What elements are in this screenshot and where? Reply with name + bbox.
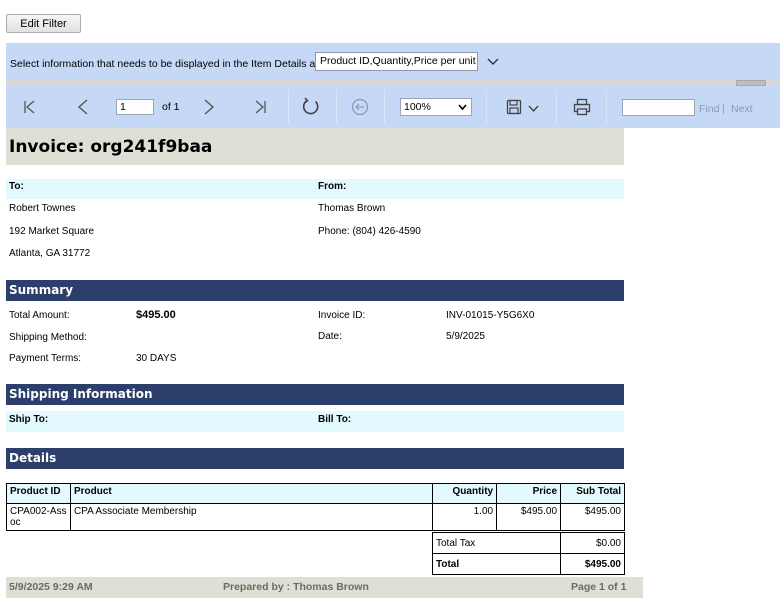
- payment-terms-label: Payment Terms:: [9, 353, 82, 364]
- footer-page-number: Page 1 of 1: [571, 581, 627, 593]
- to-address-line2: Atlanta, GA 31772: [9, 248, 91, 259]
- current-page-input[interactable]: 1: [116, 99, 154, 115]
- next-link[interactable]: Next: [731, 103, 753, 115]
- shipping-method-label: Shipping Method:: [9, 332, 87, 343]
- find-link[interactable]: Find: [699, 103, 719, 115]
- zoom-select[interactable]: 100%: [400, 98, 472, 116]
- to-address-line1: 192 Market Square: [9, 226, 95, 237]
- to-name: Robert Townes: [9, 203, 76, 214]
- column-header: Sub Total: [560, 483, 625, 504]
- payment-terms-value: 30 DAYS: [136, 353, 177, 364]
- total-tax-label: Total Tax: [432, 532, 561, 554]
- total-amount-value: $495.00: [136, 309, 176, 321]
- parameter-label: Select information that needs to be disp…: [10, 58, 334, 70]
- column-header: Quantity: [432, 483, 498, 504]
- save-icon[interactable]: [506, 99, 522, 115]
- to-label: To:: [9, 181, 24, 192]
- toolbar-separator: [606, 90, 607, 124]
- address-header-row: [6, 179, 624, 199]
- find-input[interactable]: [622, 99, 695, 116]
- product-cell: CPA Associate Membership: [69, 503, 434, 531]
- from-label: From:: [318, 181, 347, 192]
- subtotal-cell: $495.00: [560, 503, 625, 531]
- chevron-down-icon[interactable]: [486, 55, 500, 69]
- total-tax-value: $0.00: [560, 532, 625, 554]
- bill-to-label: Bill To:: [318, 414, 352, 425]
- toolbar-separator: [336, 90, 337, 124]
- from-name: Thomas Brown: [318, 203, 386, 214]
- toolbar-separator: [556, 90, 557, 124]
- edit-filter-button[interactable]: Edit Filter: [6, 14, 81, 33]
- column-header: Product: [69, 483, 434, 504]
- last-page-icon[interactable]: [252, 99, 268, 115]
- invoice-id-value: INV-01015-Y5G6X0: [446, 310, 535, 321]
- first-page-icon[interactable]: [22, 99, 38, 115]
- footer-prepared-by: Prepared by : Thomas Brown: [223, 581, 369, 593]
- parameter-bar: Select information that needs to be disp…: [6, 43, 780, 81]
- details-table: Product ID Product Quantity Price Sub To…: [6, 483, 625, 531]
- totals-table: Total Tax $0.00 Total $495.00: [432, 532, 625, 575]
- toolbar-separator: [384, 90, 385, 124]
- ship-to-label: Ship To:: [9, 414, 49, 425]
- chevron-down-icon: [458, 104, 467, 111]
- date-value: 5/9/2025: [446, 331, 485, 342]
- price-cell: $495.00: [496, 503, 562, 531]
- back-icon[interactable]: [351, 98, 369, 116]
- report-footer: 5/9/2025 9:29 AM Prepared by : Thomas Br…: [6, 577, 643, 598]
- date-label: Date:: [318, 331, 342, 342]
- product-id-cell: CPA002-Assoc: [6, 503, 71, 531]
- shipping-heading: Shipping Information: [6, 384, 624, 405]
- zoom-value: 100%: [404, 101, 431, 113]
- footer-timestamp: 5/9/2025 9:29 AM: [9, 581, 93, 593]
- next-page-icon[interactable]: [202, 98, 216, 116]
- total-value: $495.00: [560, 553, 625, 575]
- invoice-id-label: Invoice ID:: [318, 310, 366, 321]
- toolbar-separator: [486, 90, 487, 124]
- details-heading: Details: [6, 448, 624, 469]
- chevron-down-icon[interactable]: [528, 105, 539, 113]
- page-count-label: of 1: [162, 101, 180, 113]
- print-icon[interactable]: [573, 98, 591, 116]
- total-label: Total: [432, 553, 561, 575]
- toolbar-separator: [288, 90, 289, 124]
- table-row: CPA002-Assoc CPA Associate Membership 1.…: [6, 503, 625, 531]
- from-phone: Phone: (804) 426-4590: [318, 226, 421, 237]
- total-row: Total $495.00: [432, 553, 625, 575]
- toolbar-divider-text: |: [722, 103, 725, 115]
- summary-heading: Summary: [6, 280, 624, 301]
- item-details-select[interactable]: Product ID,Quantity,Price per unit: [315, 52, 478, 71]
- report-viewer-toolbar: 1 of 1 100% Find | Next: [6, 86, 780, 128]
- invoice-title: Invoice: org241f9baa: [6, 128, 624, 165]
- quantity-cell: 1.00: [432, 503, 498, 531]
- column-header: Product ID: [6, 483, 71, 504]
- table-header-row: Product ID Product Quantity Price Sub To…: [6, 483, 625, 504]
- total-tax-row: Total Tax $0.00: [432, 532, 625, 554]
- total-amount-label: Total Amount:: [9, 310, 70, 321]
- refresh-icon[interactable]: [301, 97, 321, 117]
- column-header: Price: [496, 483, 562, 504]
- shipping-header-row: [6, 411, 624, 432]
- previous-page-icon[interactable]: [76, 98, 90, 116]
